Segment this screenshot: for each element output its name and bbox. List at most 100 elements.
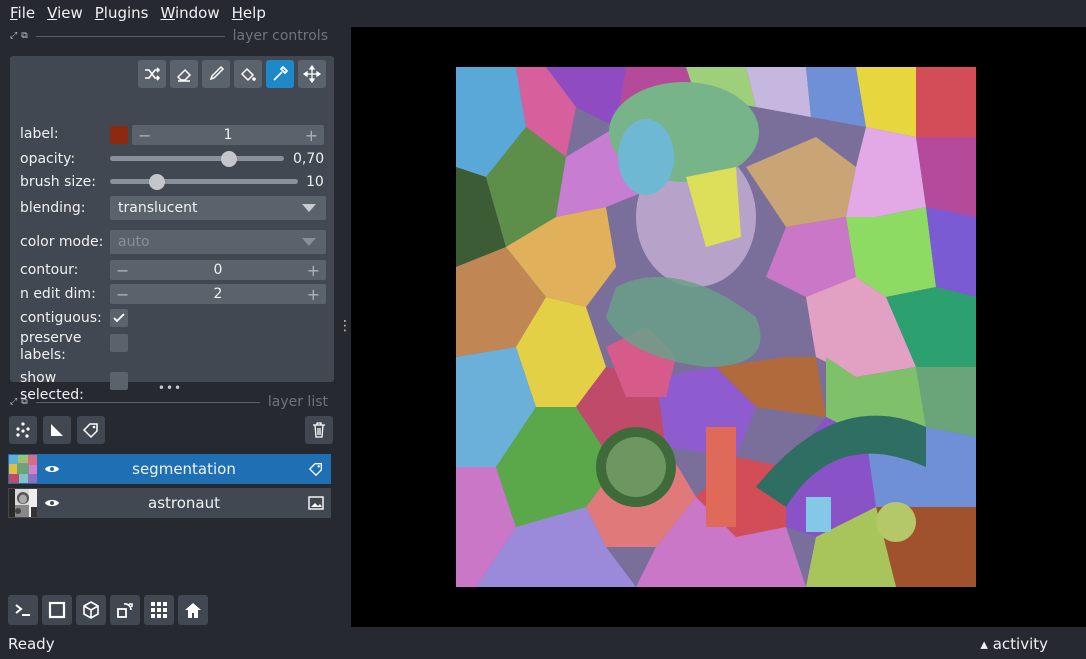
opacity-slider[interactable]: [110, 156, 284, 161]
dock-resize-handle[interactable]: ⋮: [338, 26, 352, 626]
statusbar: Ready ▴ activity: [0, 628, 1086, 659]
label-tag-icon: [82, 423, 98, 439]
eye-icon: [45, 500, 59, 506]
contiguous-row: contiguous:: [20, 310, 330, 327]
labels-icon: [308, 463, 322, 477]
left-dock: ⤢ ⧉ layer controls label: − 1 + opacity:…: [0, 26, 340, 626]
astronaut-thumbnail: [9, 489, 37, 517]
visibility-toggle[interactable]: [37, 463, 67, 475]
roll-icon: [117, 603, 133, 618]
opacity-value: 0,70: [293, 151, 325, 167]
opacity-label: opacity:: [20, 151, 76, 167]
blending-select[interactable]: translucent: [110, 196, 326, 220]
visibility-toggle[interactable]: [37, 497, 67, 509]
home-button[interactable]: [178, 595, 208, 625]
segmentation-thumbnail: [9, 455, 37, 483]
move-icon: [303, 65, 321, 83]
fill-button[interactable]: [234, 60, 262, 88]
brush-size-slider[interactable]: [110, 179, 298, 184]
color-mode-label: color mode:: [20, 234, 104, 250]
new-shapes-layer-button[interactable]: [43, 416, 71, 444]
menu-plugins[interactable]: Plugins: [89, 1, 155, 25]
shuffle-colors-button[interactable]: [138, 60, 166, 88]
minus-icon[interactable]: −: [138, 126, 151, 145]
status-text: Ready: [8, 634, 55, 653]
check-icon: [113, 313, 125, 323]
brush-icon: [209, 65, 225, 81]
n-edit-dim-label: n edit dim:: [20, 286, 96, 302]
paint-button[interactable]: [202, 60, 230, 88]
new-points-layer-button[interactable]: [9, 416, 37, 444]
label-color-swatch[interactable]: [110, 126, 128, 144]
menu-help[interactable]: Help: [226, 1, 272, 25]
menu-file[interactable]: File: [4, 1, 41, 25]
n-edit-dim-value: 2: [213, 286, 223, 302]
picker-button[interactable]: [266, 60, 294, 88]
close-dock-icon[interactable]: ⧉: [21, 31, 27, 41]
eraser-icon: [176, 68, 192, 82]
layer-name[interactable]: segmentation: [67, 460, 301, 478]
trash-icon: [313, 422, 325, 438]
layer-row-astronaut[interactable]: astronaut: [8, 488, 331, 518]
plus-icon[interactable]: +: [307, 285, 320, 304]
contour-spinbox[interactable]: − 0 +: [110, 260, 326, 280]
blending-value: translucent: [118, 200, 198, 216]
pan-zoom-button[interactable]: [298, 60, 326, 88]
layer-controls-title: layer controls: [232, 28, 328, 44]
label-label: label:: [20, 126, 59, 142]
shuffle-icon: [145, 67, 161, 81]
layer-name[interactable]: astronaut: [67, 494, 301, 512]
layer-type: [301, 461, 331, 477]
label-spinbox[interactable]: − 1 +: [132, 125, 324, 145]
chevron-down-icon: [302, 204, 316, 212]
toggle-3d-button[interactable]: [76, 595, 106, 625]
terminal-icon: [15, 604, 30, 616]
grid-view-button[interactable]: [144, 595, 174, 625]
chevron-down-icon: [302, 238, 316, 246]
contiguous-checkbox[interactable]: [110, 309, 128, 327]
new-labels-layer-button[interactable]: [77, 416, 105, 444]
label-tools: [138, 60, 326, 88]
color-mode-select[interactable]: auto: [110, 230, 326, 254]
cube-icon: [83, 601, 99, 619]
ndisplay-button[interactable]: [42, 595, 72, 625]
layer-type: [301, 496, 331, 510]
n-edit-dim-spinbox[interactable]: − 2 +: [110, 284, 326, 304]
viewer-canvas[interactable]: [351, 27, 1086, 627]
brush-size-slider-handle[interactable]: [149, 174, 165, 190]
roll-dims-button[interactable]: [110, 595, 140, 625]
contour-value: 0: [213, 262, 223, 278]
eraser-button[interactable]: [170, 60, 198, 88]
layer-row-segmentation[interactable]: segmentation: [8, 454, 331, 484]
plus-icon[interactable]: +: [305, 126, 318, 145]
menu-view[interactable]: View: [41, 1, 89, 25]
layer-list-titlebar: ⤢ ⧉ layer list: [0, 392, 340, 412]
minus-icon[interactable]: −: [116, 285, 129, 304]
layer-list-title: layer list: [267, 394, 328, 410]
grid-icon: [151, 602, 167, 618]
plus-icon[interactable]: +: [307, 261, 320, 280]
fill-icon: [240, 67, 256, 82]
close-dock-icon[interactable]: ⧉: [21, 397, 27, 407]
square-icon: [48, 601, 66, 619]
menubar: File View Plugins Window Help: [0, 0, 1086, 26]
menu-window[interactable]: Window: [154, 1, 225, 25]
float-icon[interactable]: ⤢: [10, 397, 17, 407]
console-button[interactable]: [8, 595, 38, 625]
float-icon[interactable]: ⤢: [10, 31, 17, 41]
preserve-labels-label: preserve labels:: [20, 330, 82, 363]
activity-button[interactable]: ▴ activity: [980, 635, 1078, 653]
preserve-labels-checkbox[interactable]: [110, 334, 128, 352]
color-mode-value: auto: [118, 234, 150, 250]
segmentation-image: [456, 67, 976, 587]
opacity-slider-handle[interactable]: [221, 151, 237, 167]
brush-size-label: brush size:: [20, 174, 96, 190]
label-value: 1: [223, 127, 233, 143]
points-icon: [16, 422, 30, 438]
minus-icon[interactable]: −: [116, 261, 129, 280]
home-icon: [185, 603, 201, 618]
layer-controls-titlebar: ⤢ ⧉ layer controls: [0, 26, 340, 46]
layer-controls-panel: label: − 1 + opacity: 0,70 brush size: 1…: [10, 56, 334, 403]
picker-icon: [273, 65, 289, 81]
delete-layer-button[interactable]: [305, 416, 333, 444]
